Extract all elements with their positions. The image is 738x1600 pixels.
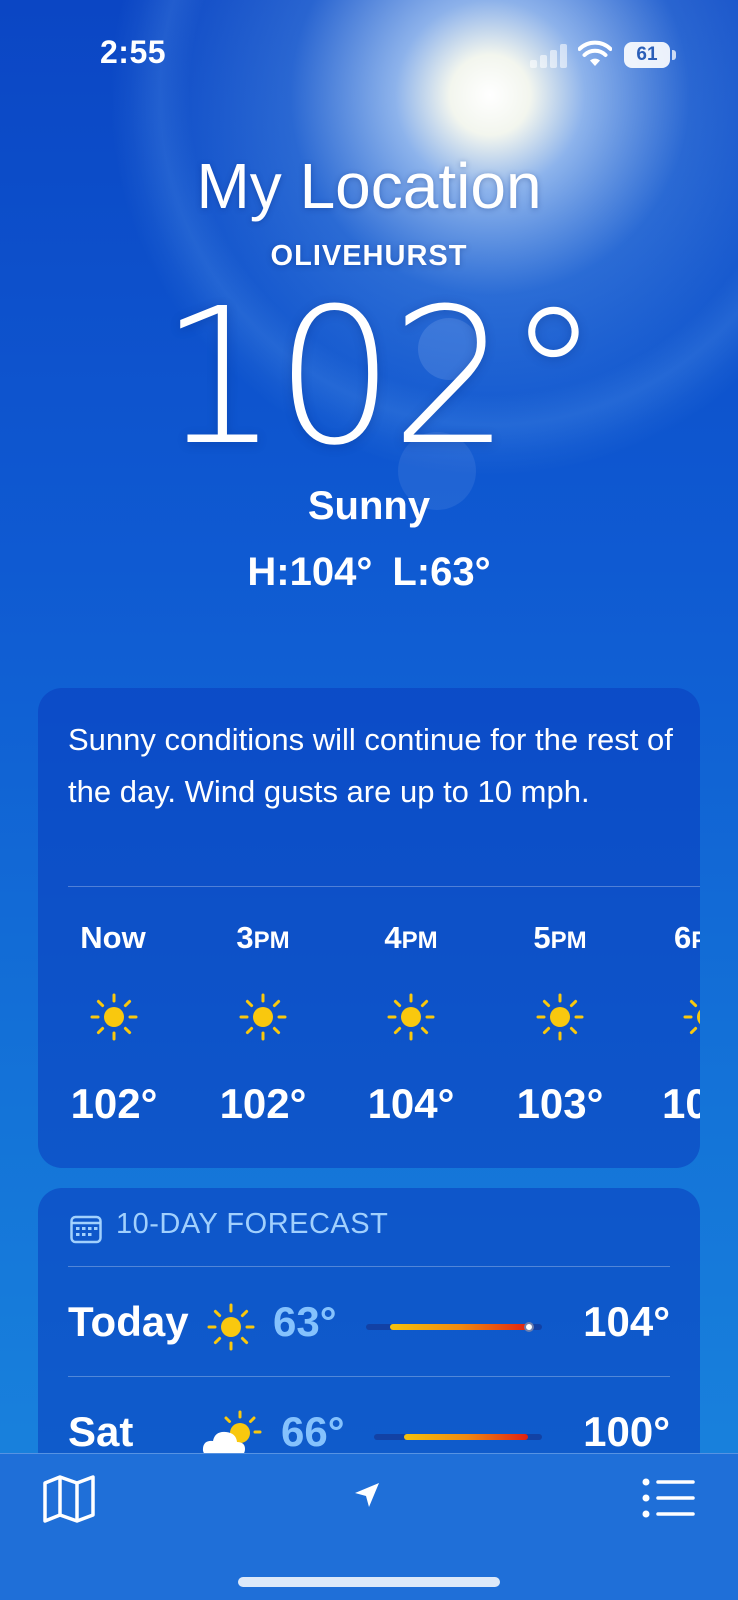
list-icon[interactable] [642,1478,696,1518]
location-header: My Location OLIVEHURST [0,150,738,273]
forecast-heading: 10-DAY FORECAST [116,1208,389,1240]
temp-range-fill [390,1324,530,1330]
wifi-icon [578,40,612,66]
sun-icon [90,993,138,1041]
hour-temperature: 10 [662,1080,700,1127]
sun-icon [536,993,584,1041]
hour-label: Now [80,920,146,955]
cellular-signal-icon [530,44,568,68]
hour-label: 4PM [384,920,438,955]
hour-label: 5PM [533,920,587,955]
hour-temperature: 102° [70,1080,158,1127]
card-divider [68,1266,670,1267]
hour-temperature: 102° [219,1080,307,1127]
sun-icon [387,993,435,1041]
hour-label: 6PM [674,920,700,955]
high-temp: H:104° [247,550,373,594]
sun-icon [207,1303,255,1351]
forecast-high: 104° [583,1298,670,1345]
location-title: My Location [196,150,542,222]
battery-tip [672,50,676,60]
hour-temperature: 104° [367,1080,455,1127]
low-temp: L:63° [392,550,491,594]
temp-range-fill [404,1434,528,1440]
current-temp-dot [524,1322,534,1332]
sun-icon-clip [682,992,700,1042]
sun-icon [239,993,287,1041]
current-temperature: 102° [159,268,601,487]
hour-temperature: 103° [516,1080,604,1127]
weather-summary: Sunny conditions will continue for the r… [68,722,673,809]
location-arrow-icon[interactable] [352,1480,382,1510]
card-divider [68,1376,670,1377]
calendar-icon [70,1215,102,1244]
ten-day-forecast-card[interactable]: 10-DAY FORECAST Today 63° 104° Sat 66° 1… [38,1188,700,1488]
battery-icon: 61 [624,42,670,68]
status-bar: 2:55 61 [0,0,738,110]
hour-label: 3PM [236,920,290,955]
forecast-low: 63° [273,1298,337,1345]
current-condition: Sunny [307,484,431,528]
forecast-low: 66° [281,1408,345,1455]
home-indicator[interactable] [238,1577,500,1587]
card-divider [68,886,700,887]
forecast-day: Sat [68,1408,134,1455]
sun-icon [683,999,700,1035]
status-time: 2:55 [100,34,167,70]
forecast-day: Today [68,1298,189,1345]
high-low: H:104° L:63° [0,550,738,595]
forecast-high: 100° [583,1408,670,1455]
map-icon[interactable] [42,1474,96,1524]
